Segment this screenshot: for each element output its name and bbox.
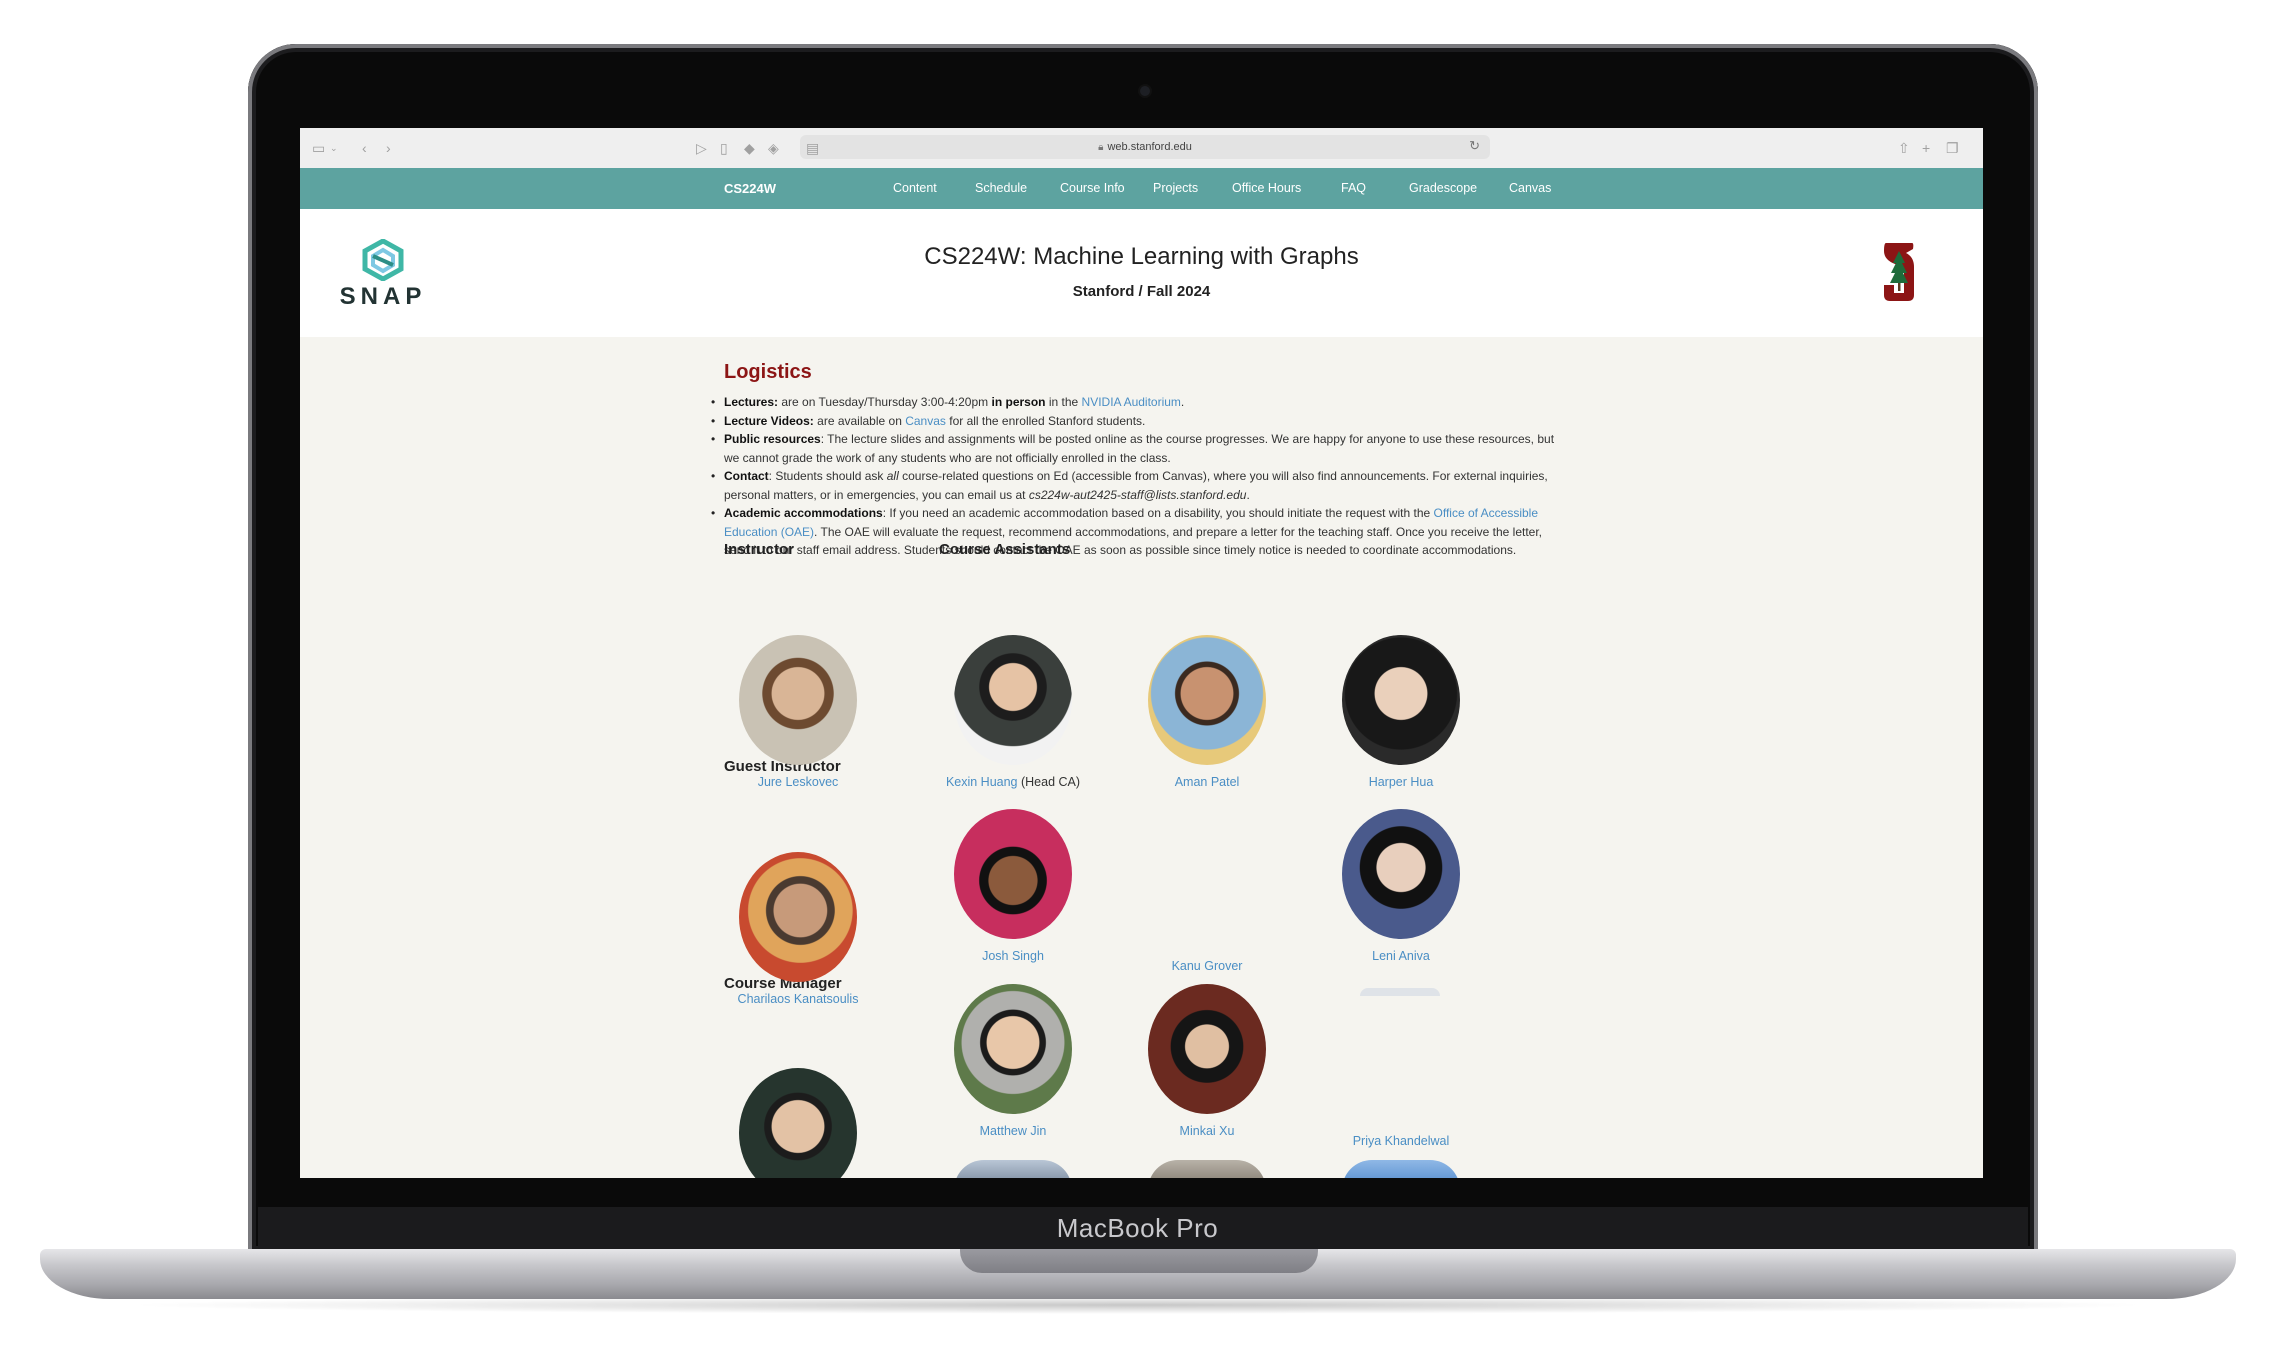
url-text: web.stanford.edu xyxy=(1107,141,1192,153)
share-icon[interactable]: ⇧ xyxy=(1898,140,1910,156)
new-tab-icon[interactable]: + xyxy=(1922,140,1930,156)
extension-icon[interactable]: ◆ xyxy=(744,140,755,156)
chevron-down-icon[interactable]: ⌄ xyxy=(330,140,338,156)
shield-icon[interactable]: ◈ xyxy=(768,140,779,156)
avatar xyxy=(739,635,857,765)
nvidia-auditorium-link[interactable]: NVIDIA Auditorium xyxy=(1082,395,1181,409)
staff-card xyxy=(718,1068,878,1178)
avatar xyxy=(954,635,1072,765)
avatar xyxy=(954,809,1072,939)
staff-name-link[interactable]: Matthew Jin xyxy=(933,1124,1093,1138)
avatar xyxy=(1342,809,1460,939)
staff-name-link[interactable]: Priya Khandelwal xyxy=(1321,1134,1481,1148)
staff-name-link[interactable]: Charilaos Kanatsoulis xyxy=(718,992,878,1006)
avatar xyxy=(739,1068,857,1178)
nav-link-course-info[interactable]: Course Info xyxy=(1060,168,1125,209)
staff-card: Kanu Grover xyxy=(1127,949,1287,973)
nav-link-projects[interactable]: Projects xyxy=(1153,168,1198,209)
staff-name-link[interactable]: Josh Singh xyxy=(933,949,1093,963)
screen: ▭ ⌄ ‹ › ▷ ▯ ◆ ◈ ▤ 🔒︎ web.stanford.edu ↻ ⇧… xyxy=(300,128,1983,1178)
avatar xyxy=(1148,1160,1266,1178)
avatar xyxy=(1148,984,1266,1114)
staff-name-link[interactable]: Kanu Grover xyxy=(1127,959,1287,973)
camera-icon xyxy=(1140,86,1150,96)
instructor-heading: Instructor xyxy=(724,541,795,558)
nav-link-gradescope[interactable]: Gradescope xyxy=(1409,168,1477,209)
logistics-heading: Logistics xyxy=(724,361,812,383)
address-bar[interactable]: ▤ 🔒︎ web.stanford.edu ↻ xyxy=(800,135,1490,159)
course-assistants-heading: Course Assistants xyxy=(939,541,1071,558)
browser-toolbar: ▭ ⌄ ‹ › ▷ ▯ ◆ ◈ ▤ 🔒︎ web.stanford.edu ↻ ⇧… xyxy=(300,128,1983,169)
staff-card: Kexin Huang (Head CA) xyxy=(933,635,1093,789)
staff-name-link[interactable]: Leni Aniva xyxy=(1321,949,1481,963)
nav-link-office-hours[interactable]: Office Hours xyxy=(1232,168,1301,209)
staff-name-link[interactable]: Kexin Huang (Head CA) xyxy=(933,775,1093,789)
sidebar-icon[interactable]: ▭ xyxy=(312,140,325,156)
tabs-overview-icon[interactable]: ❐ xyxy=(1946,140,1959,156)
staff-email: cs224w-aut2425-staff@lists.stanford.edu xyxy=(1028,487,1247,502)
staff-name-link[interactable]: Aman Patel xyxy=(1127,775,1287,789)
staff-card: Priya Khandelwal xyxy=(1321,1124,1481,1148)
staff-name-link[interactable]: Harper Hua xyxy=(1321,775,1481,789)
avatar xyxy=(954,984,1072,1114)
lock-icon: 🔒︎ xyxy=(1098,142,1104,153)
avatar xyxy=(739,852,857,982)
canvas-link[interactable]: Canvas xyxy=(905,414,946,428)
page-title: CS224W: Machine Learning with Graphs xyxy=(924,243,1359,270)
nav-link-faq[interactable]: FAQ xyxy=(1341,168,1366,209)
staff-name-link[interactable]: Minkai Xu xyxy=(1127,1124,1287,1138)
staff-card: Harper Hua xyxy=(1321,635,1481,789)
device-label: MacBook Pro xyxy=(1056,1213,1219,1243)
list-item: Lecture Videos: are available on Canvas … xyxy=(711,412,1564,431)
nav-link-content[interactable]: Content xyxy=(893,168,937,209)
list-item: Contact: Students should ask all course-… xyxy=(711,467,1564,504)
staff-card: Charilaos Kanatsoulis xyxy=(718,852,878,1006)
stanford-tree-icon xyxy=(1884,243,1914,301)
avatar xyxy=(1148,635,1266,765)
page-header: SNAP CS224W: Machine Learning with Graph… xyxy=(300,209,1983,337)
staff-card: Leni Aniva xyxy=(1321,809,1481,963)
list-item: Public resources: The lecture slides and… xyxy=(711,430,1564,467)
avatar xyxy=(1342,635,1460,765)
staff-card: Aman Patel xyxy=(1127,635,1287,789)
staff-card: Minkai Xu xyxy=(1127,984,1287,1138)
list-item: Academic accommodations: If you need an … xyxy=(711,504,1564,560)
staff-name-link[interactable]: Jure Leskovec xyxy=(718,775,878,789)
stanford-logo[interactable] xyxy=(1880,239,1918,305)
list-item: Lectures: are on Tuesday/Thursday 3:00-4… xyxy=(711,393,1564,412)
back-icon[interactable]: ‹ xyxy=(362,140,367,156)
laptop-notch xyxy=(960,1249,1318,1273)
nav-link-schedule[interactable]: Schedule xyxy=(975,168,1027,209)
staff-card: Josh Singh xyxy=(933,809,1093,963)
forward-icon[interactable]: › xyxy=(386,140,391,156)
site-navbar: CS224W Content Schedule Course Info Proj… xyxy=(300,168,1983,209)
logistics-list: Lectures: are on Tuesday/Thursday 3:00-4… xyxy=(711,393,1564,560)
page-icon[interactable]: ▯ xyxy=(720,140,728,156)
staff-card: Jure Leskovec xyxy=(718,635,878,789)
nav-link-canvas[interactable]: Canvas xyxy=(1509,168,1551,209)
nav-brand[interactable]: CS224W xyxy=(724,168,776,209)
reader-icon[interactable]: ▷ xyxy=(696,140,707,156)
staff-card: Matthew Jin xyxy=(933,984,1093,1138)
avatar xyxy=(1342,1160,1460,1178)
avatar xyxy=(1360,988,1440,996)
reload-icon[interactable]: ↻ xyxy=(1469,138,1480,154)
page-subtitle: Stanford / Fall 2024 xyxy=(1072,283,1211,300)
avatar xyxy=(954,1160,1072,1178)
